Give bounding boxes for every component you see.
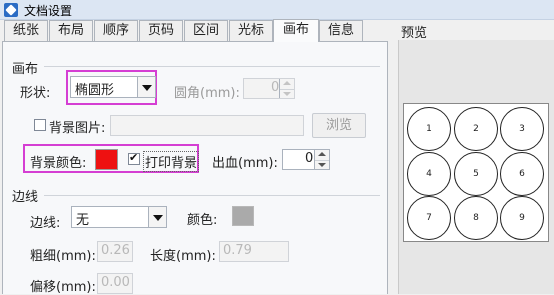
spin-up-icon[interactable] bbox=[315, 150, 329, 160]
tab-paper[interactable]: 纸张 bbox=[4, 20, 48, 41]
border-group-divider bbox=[44, 195, 380, 196]
bleed-label: 出血(mm): bbox=[212, 156, 278, 171]
app-icon bbox=[4, 3, 18, 17]
corner-radius-spinner[interactable] bbox=[279, 79, 294, 98]
offset-field[interactable]: 0.00 bbox=[97, 273, 133, 294]
tab-range[interactable]: 区间 bbox=[184, 20, 228, 41]
border-line-label: 边线: bbox=[30, 216, 61, 231]
spin-down-icon[interactable] bbox=[315, 159, 329, 171]
border-line-select[interactable]: 无 bbox=[71, 206, 167, 228]
bleed-value: 0 bbox=[305, 151, 314, 166]
preview-page: 1 2 3 4 5 6 7 8 9 bbox=[403, 103, 549, 242]
bg-image-checkbox[interactable] bbox=[34, 119, 46, 131]
label-circle: 5 bbox=[454, 152, 498, 196]
label-circle: 6 bbox=[500, 152, 544, 196]
length-field[interactable]: 0.79 bbox=[219, 241, 289, 262]
label-circle: 9 bbox=[500, 196, 544, 240]
bg-color-swatch[interactable] bbox=[95, 149, 118, 170]
label-circle: 2 bbox=[454, 107, 498, 151]
browse-button[interactable]: 浏览 bbox=[312, 113, 366, 138]
tab-order[interactable]: 顺序 bbox=[94, 20, 138, 41]
bleed-spinner[interactable] bbox=[314, 150, 329, 169]
shape-select-value: 椭圆形 bbox=[75, 83, 115, 98]
title-bar: 文档设置 bbox=[0, 0, 554, 20]
bg-image-label: 背景图片: bbox=[49, 121, 106, 136]
tab-cursor[interactable]: 光标 bbox=[229, 20, 273, 41]
preview-title: 预览 bbox=[401, 26, 428, 41]
border-line-value: 无 bbox=[76, 213, 90, 228]
length-value: 0.79 bbox=[223, 243, 252, 258]
bg-image-path-field[interactable] bbox=[110, 115, 304, 136]
bg-color-label: 背景颜色: bbox=[30, 156, 87, 171]
label-circle: 7 bbox=[407, 196, 451, 240]
tab-info[interactable]: 信息 bbox=[319, 20, 363, 41]
spin-up-icon[interactable] bbox=[280, 79, 294, 89]
offset-label: 偏移(mm): bbox=[30, 280, 96, 295]
border-group-title: 边线 bbox=[12, 190, 39, 205]
label-circle: 8 bbox=[454, 196, 498, 240]
shape-select[interactable]: 椭圆形 bbox=[70, 76, 156, 98]
tab-page-number[interactable]: 页码 bbox=[139, 20, 183, 41]
spin-down-icon[interactable] bbox=[280, 88, 294, 100]
length-label: 长度(mm): bbox=[150, 249, 216, 264]
tab-canvas[interactable]: 画布 bbox=[273, 19, 319, 42]
label-circle: 1 bbox=[407, 107, 451, 151]
thickness-value: 0.26 bbox=[101, 243, 130, 258]
chevron-down-icon[interactable] bbox=[137, 77, 155, 97]
window-title: 文档设置 bbox=[24, 4, 73, 18]
tab-layout[interactable]: 布局 bbox=[49, 20, 93, 41]
offset-value: 0.00 bbox=[101, 275, 130, 290]
thickness-label: 粗细(mm): bbox=[30, 249, 96, 264]
corner-radius-label: 圆角(mm): bbox=[174, 86, 240, 101]
canvas-group-divider bbox=[44, 66, 380, 67]
shape-label: 形状: bbox=[20, 86, 51, 101]
label-circle: 3 bbox=[500, 107, 544, 151]
print-bg-checkbox[interactable] bbox=[128, 151, 140, 165]
print-bg-label[interactable]: 打印背景 bbox=[143, 151, 200, 172]
bleed-field[interactable]: 0 bbox=[282, 149, 330, 170]
border-color-label: 颜色: bbox=[187, 213, 218, 228]
border-color-swatch[interactable] bbox=[232, 206, 254, 226]
label-circle: 4 bbox=[407, 152, 451, 196]
corner-radius-field[interactable]: 0 bbox=[243, 78, 295, 99]
chevron-down-icon[interactable] bbox=[148, 207, 166, 227]
canvas-group-title: 画布 bbox=[12, 62, 39, 77]
thickness-field[interactable]: 0.26 bbox=[97, 241, 133, 262]
